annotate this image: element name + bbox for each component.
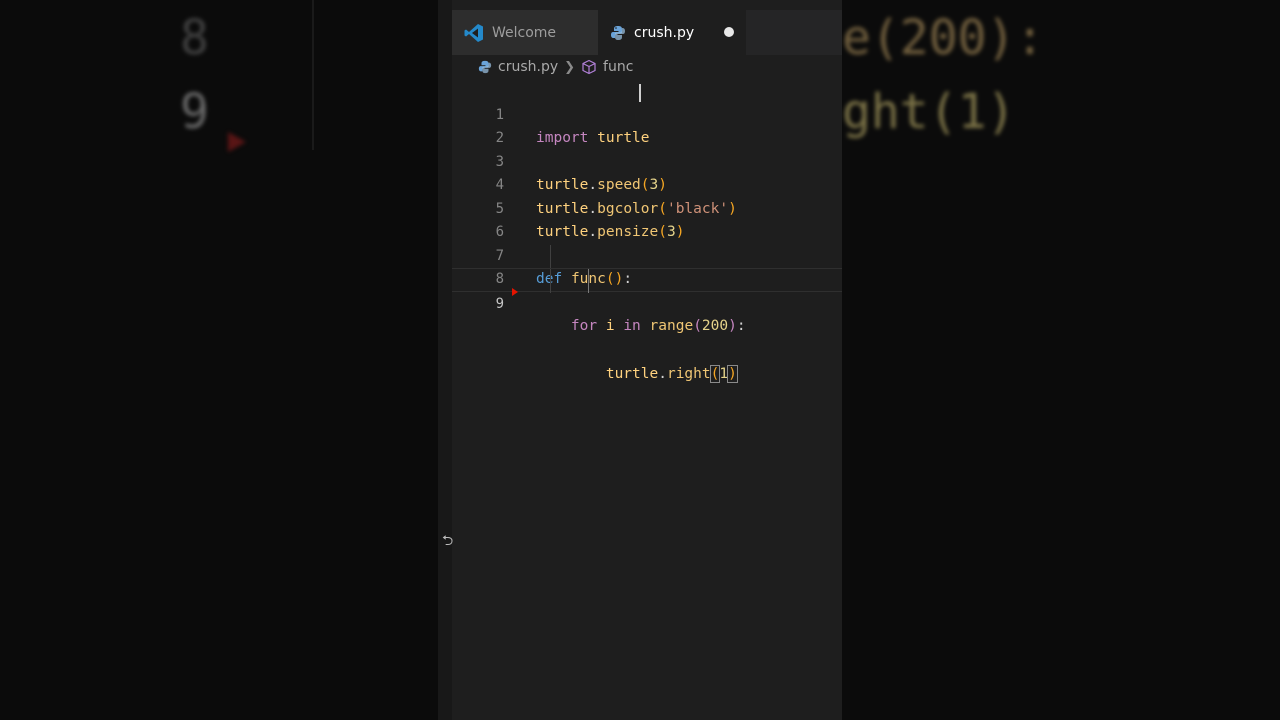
indent-guide bbox=[550, 244, 551, 268]
background-zoom-code: ght(1) bbox=[842, 84, 1016, 140]
background-zoom-error-marker bbox=[228, 132, 246, 152]
python-icon bbox=[610, 25, 626, 41]
breadcrumb: crush.py ❯ func bbox=[478, 56, 633, 78]
function-token: right bbox=[666, 366, 711, 382]
undo-arrow-icon[interactable]: ⮌ bbox=[442, 530, 453, 554]
code-area[interactable]: 1 import turtle 2 3 turtle.speed(3) 4 tu… bbox=[452, 80, 842, 383]
function-token: range bbox=[649, 318, 694, 334]
tab-label: Welcome bbox=[492, 24, 557, 41]
indent-guide-active bbox=[588, 269, 589, 293]
background-zoom-code: e(200): bbox=[842, 10, 1045, 66]
vscode-icon bbox=[464, 23, 484, 43]
tab-label: crush.py bbox=[634, 24, 695, 41]
code-line: 5 turtle.pensize(3) bbox=[452, 174, 842, 241]
line-text: for i in range(200): bbox=[570, 318, 746, 334]
background-left-panel bbox=[0, 0, 438, 720]
background-zoom-line-number: 9 bbox=[180, 84, 209, 140]
tab-bar: Welcome crush.py bbox=[452, 10, 842, 55]
number-token: 200 bbox=[701, 318, 729, 334]
unsaved-dot-icon[interactable] bbox=[724, 27, 734, 37]
code-line: 7 def func(): bbox=[452, 221, 842, 288]
background-divider bbox=[312, 0, 314, 150]
code-line: 1 import turtle bbox=[452, 80, 842, 147]
identifier-token: i bbox=[605, 318, 615, 334]
activity-edge bbox=[438, 0, 452, 720]
number-token: 1 bbox=[719, 366, 729, 382]
python-icon bbox=[478, 60, 492, 74]
indent-guide bbox=[550, 269, 551, 293]
code-line: 3 turtle.speed(3) bbox=[452, 127, 842, 194]
current-code-line: 9 turtle.right(1) bbox=[452, 268, 842, 383]
error-marker-icon bbox=[512, 288, 518, 296]
cube-symbol-icon bbox=[581, 59, 597, 75]
tab-welcome[interactable]: Welcome bbox=[452, 10, 598, 55]
breadcrumb-symbol[interactable]: func bbox=[603, 59, 633, 75]
chevron-right-icon: ❯ bbox=[564, 59, 576, 75]
code-line: 4 turtle.bgcolor('black') bbox=[452, 151, 842, 217]
keyword-token: in bbox=[623, 318, 641, 334]
code-line: 2 bbox=[452, 104, 842, 146]
tab-crush-py[interactable]: crush.py bbox=[598, 10, 746, 55]
line-number: 9 bbox=[495, 295, 504, 312]
keyword-token: for bbox=[570, 318, 598, 334]
identifier-token: turtle bbox=[605, 366, 659, 382]
code-editor: Welcome crush.py crush.py ❯ func 1 impor… bbox=[438, 0, 842, 720]
background-zoom-line-number: 8 bbox=[180, 10, 209, 66]
code-line: 8 for i in range(200): bbox=[452, 244, 842, 334]
breadcrumb-file[interactable]: crush.py bbox=[498, 59, 558, 75]
line-text: turtle.right(1) bbox=[605, 365, 738, 383]
mouse-ibeam-cursor bbox=[639, 84, 641, 102]
code-line: 6 bbox=[452, 198, 842, 240]
